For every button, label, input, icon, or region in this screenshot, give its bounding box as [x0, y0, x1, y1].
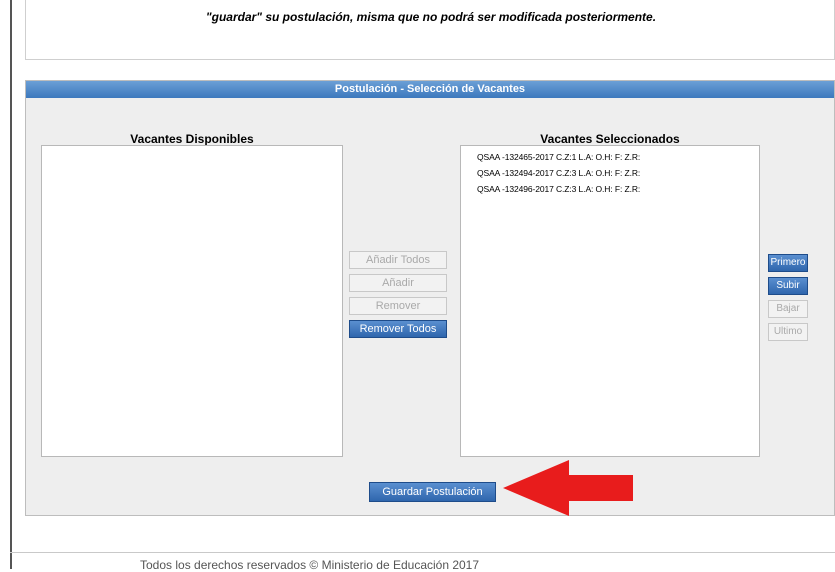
- move-last-button[interactable]: Ultimo: [768, 323, 808, 341]
- save-application-button[interactable]: Guardar Postulación: [369, 482, 496, 502]
- move-down-button[interactable]: Bajar: [768, 300, 808, 318]
- vacancy-selection-panel: Postulación - Selección de Vacantes Vaca…: [25, 80, 835, 516]
- move-up-button[interactable]: Subir: [768, 277, 808, 295]
- move-first-button[interactable]: Primero: [768, 254, 808, 272]
- remove-button[interactable]: Remover: [349, 297, 447, 315]
- red-arrow-icon: [503, 460, 633, 516]
- footer-copyright: Todos los derechos reservados © Minister…: [140, 558, 480, 572]
- add-all-button[interactable]: Añadir Todos: [349, 251, 447, 269]
- available-vacancies-title: Vacantes Disponibles: [130, 132, 254, 146]
- list-item[interactable]: QSAA -132465-2017 C.Z:1 L.A: O.H: F: Z.R…: [461, 149, 759, 165]
- selected-vacancies-title: Vacantes Seleccionados: [540, 132, 680, 146]
- notice-text: "guardar" su postulación, misma que no p…: [205, 10, 657, 24]
- panel-title: Postulación - Selección de Vacantes: [26, 81, 834, 98]
- window-frame-edge: [10, 0, 12, 569]
- add-button[interactable]: Añadir: [349, 274, 447, 292]
- selected-vacancies-list[interactable]: QSAA -132465-2017 C.Z:1 L.A: O.H: F: Z.R…: [460, 145, 760, 457]
- notice-box: "guardar" su postulación, misma que no p…: [25, 0, 835, 60]
- footer-divider: [10, 552, 835, 553]
- list-item[interactable]: QSAA -132494-2017 C.Z:3 L.A: O.H: F: Z.R…: [461, 165, 759, 181]
- available-vacancies-list[interactable]: [41, 145, 343, 457]
- remove-all-button[interactable]: Remover Todos: [349, 320, 447, 338]
- list-item[interactable]: QSAA -132496-2017 C.Z:3 L.A: O.H: F: Z.R…: [461, 181, 759, 197]
